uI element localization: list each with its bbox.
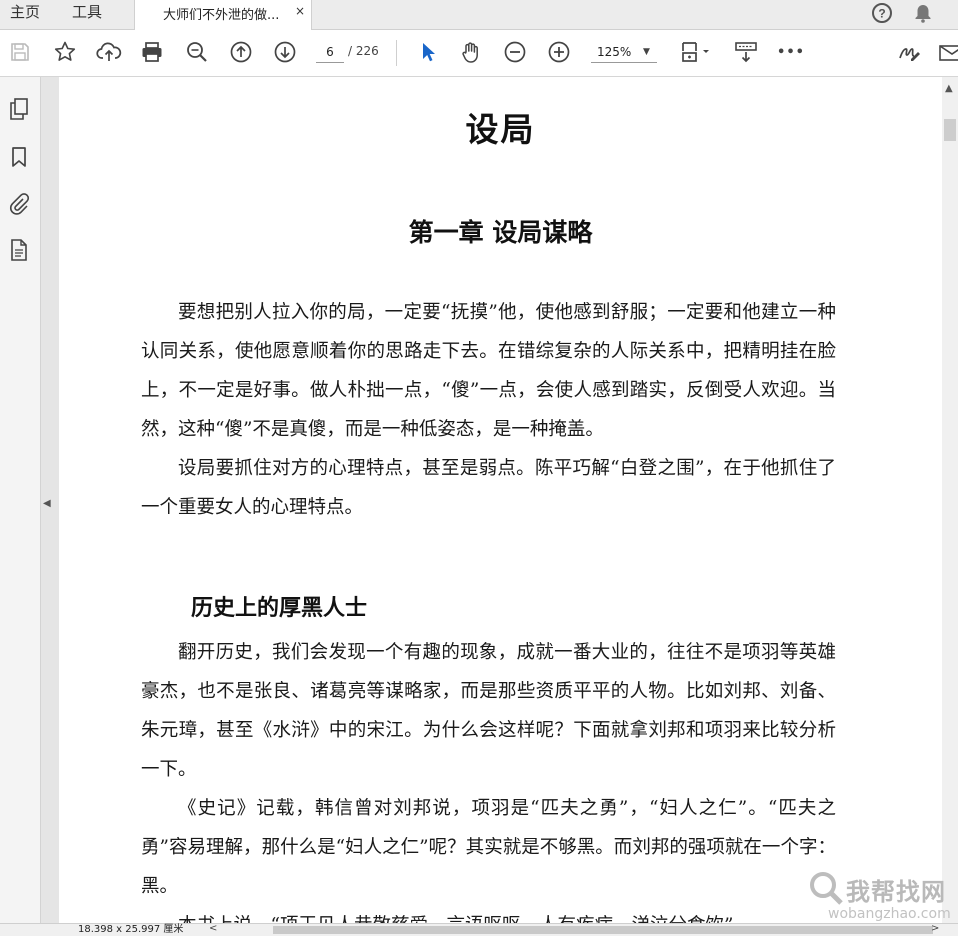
- zoom-in-icon[interactable]: [545, 38, 573, 66]
- tab-home[interactable]: 主页: [10, 0, 40, 29]
- paragraph: 要想把别人拉入你的局，一定要“抚摸”他，使他感到舒服；一定要和他建立一种认同关系…: [141, 302, 836, 440]
- horizontal-scrollbar[interactable]: < >: [205, 923, 945, 936]
- vertical-scroll-thumb[interactable]: [944, 119, 956, 141]
- tab-bar: 主页 工具 大师们不外泄的做... × ?: [0, 0, 958, 30]
- section-heading: 历史上的厚黑人士: [191, 596, 368, 621]
- document-title: 设局: [465, 110, 536, 149]
- magnifier-logo-icon: [810, 872, 843, 905]
- fit-page-icon[interactable]: [678, 38, 714, 66]
- bookmark-star-icon[interactable]: [51, 38, 79, 66]
- bookmarks-icon[interactable]: [7, 145, 31, 169]
- watermark-logo: 我帮找网 wobangzhao.com: [806, 866, 956, 926]
- collapse-panel-icon[interactable]: ◀: [43, 498, 51, 509]
- zoom-out-icon[interactable]: [501, 38, 529, 66]
- watermark-url: wobangzhao.com: [828, 906, 951, 922]
- page-up-icon[interactable]: [227, 38, 255, 66]
- document-page: 设局 第一章 设局谋略 要想把别人拉入你的局，一定要“抚摸”他，使他感到舒服；一…: [59, 77, 942, 923]
- page-dimensions: 18.398 x 25.997 厘米: [78, 924, 184, 935]
- document-properties-icon[interactable]: [7, 238, 31, 262]
- more-icon[interactable]: •••: [777, 38, 805, 66]
- page-total: / 226: [348, 44, 379, 58]
- notification-bell-icon[interactable]: [912, 2, 934, 28]
- zoom-out-search-icon[interactable]: [183, 38, 211, 66]
- select-cursor-icon[interactable]: [414, 38, 442, 66]
- paragraph: 设局要抓住对方的心理特点，甚至是弱点。陈平巧解“白登之围”，在于他抓住了一个重要…: [141, 458, 836, 518]
- paragraph: 《史记》记载，韩信曾对刘邦说，项羽是“匹夫之勇”，“妇人之仁”。“匹夫之勇”容易…: [141, 798, 836, 897]
- close-tab-icon[interactable]: ×: [295, 4, 305, 18]
- hand-tool-icon[interactable]: [457, 38, 485, 66]
- chapter-heading: 第一章 设局谋略: [408, 218, 593, 247]
- scroll-right-icon[interactable]: >: [931, 923, 939, 934]
- cloud-upload-icon[interactable]: [95, 38, 123, 66]
- save-icon[interactable]: [6, 38, 34, 66]
- vertical-scrollbar[interactable]: ▲: [942, 77, 958, 923]
- scroll-left-icon[interactable]: <: [209, 923, 217, 934]
- paragraph: 本书上说，“项王见人恭敬慈爱，言语呕呕，人有疾病，涕泣分食饮”: [141, 906, 836, 923]
- status-bar: 18.398 x 25.997 厘米 < >: [0, 923, 958, 936]
- document-tab-title: 大师们不外泄的做...: [163, 8, 280, 23]
- left-navigation-panel: [0, 77, 41, 935]
- help-icon[interactable]: ?: [871, 2, 893, 28]
- scroll-mode-icon[interactable]: [732, 38, 760, 66]
- paragraph: 翻开历史，我们会发现一个有趣的现象，成就一番大业的，往往不是项羽等英雄豪杰，也不…: [141, 642, 836, 780]
- page-number-input[interactable]: 6: [316, 42, 344, 63]
- toolbar-divider: [396, 40, 397, 66]
- print-icon[interactable]: [138, 38, 166, 66]
- toolbar: 6 / 226 125% ▼ •••: [0, 30, 958, 77]
- scroll-up-icon[interactable]: ▲: [945, 83, 953, 94]
- page-thumbnails-icon[interactable]: [7, 97, 31, 121]
- zoom-level-select[interactable]: 125% ▼: [591, 42, 657, 63]
- zoom-value: 125%: [597, 45, 632, 59]
- horizontal-scroll-thumb[interactable]: [273, 926, 933, 934]
- svg-text:?: ?: [878, 7, 885, 21]
- tab-document[interactable]: 大师们不外泄的做... ×: [134, 0, 312, 30]
- tab-tools[interactable]: 工具: [72, 0, 102, 29]
- mail-icon[interactable]: [938, 38, 958, 66]
- sign-icon[interactable]: [895, 38, 923, 66]
- page-down-icon[interactable]: [271, 38, 299, 66]
- chevron-down-icon: ▼: [643, 47, 650, 57]
- watermark-text: 我帮找网: [846, 878, 946, 906]
- attachments-icon[interactable]: [7, 191, 31, 215]
